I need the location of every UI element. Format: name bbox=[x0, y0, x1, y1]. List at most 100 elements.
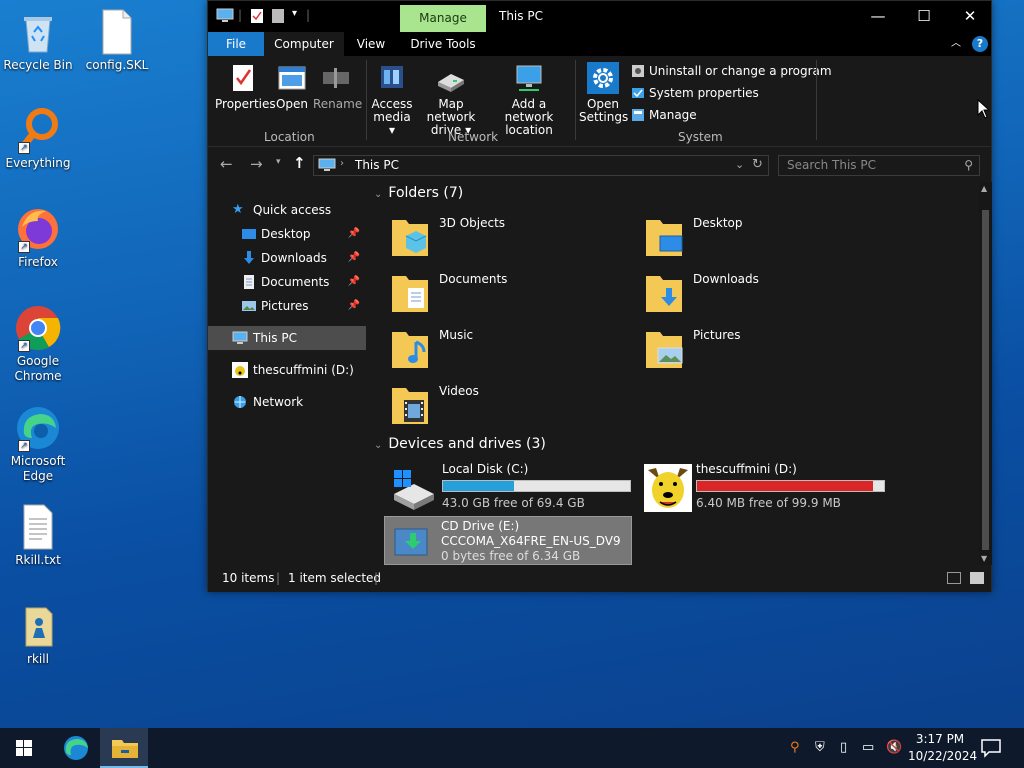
tab-view[interactable]: View bbox=[348, 32, 394, 56]
drive-free-space: 6.40 MB free of 99.9 MB bbox=[696, 496, 841, 510]
rename-button[interactable]: Rename bbox=[313, 62, 362, 111]
drive-c[interactable]: Local Disk (C:) 43.0 GB free of 69.4 GB bbox=[386, 462, 636, 514]
clock[interactable]: 3:17 PM 10/22/2024 bbox=[908, 731, 977, 765]
folder-3d-objects[interactable]: 3D Objects bbox=[366, 212, 596, 262]
properties-button[interactable]: Properties bbox=[215, 62, 276, 111]
everything-tray-icon[interactable]: ⚲ bbox=[790, 740, 800, 755]
desktop-icon-edge[interactable]: ↗ Microsoft Edge bbox=[0, 404, 76, 484]
add-network-location-button[interactable]: Add a network location bbox=[488, 62, 570, 137]
mouse-cursor-icon bbox=[977, 98, 991, 122]
desktop-icon-firefox[interactable]: ↗ Firefox bbox=[0, 205, 76, 270]
system-properties-button[interactable]: System properties bbox=[631, 84, 759, 102]
open-button[interactable]: Open bbox=[272, 62, 312, 111]
map-network-drive-button[interactable]: Map network drive ▾ bbox=[415, 62, 487, 137]
refresh-icon[interactable]: ↻ bbox=[752, 157, 763, 172]
scrollbar-thumb[interactable] bbox=[982, 210, 989, 550]
title-bar[interactable]: | ▾ | Manage This PC — ☐ ✕ bbox=[208, 1, 991, 32]
add-network-location-label-line2: location bbox=[505, 123, 553, 137]
manage-context-tab[interactable]: Manage bbox=[400, 5, 486, 32]
nav-this-pc-label: This PC bbox=[253, 331, 297, 345]
desktop-icon-rkill-txt[interactable]: Rkill.txt bbox=[0, 503, 76, 568]
scroll-down-icon[interactable]: ▼ bbox=[981, 554, 987, 563]
text-file-icon bbox=[14, 503, 62, 551]
scroll-up-icon[interactable]: ▲ bbox=[981, 184, 987, 193]
manage-button[interactable]: Manage bbox=[631, 106, 697, 124]
collapse-ribbon-chevron-icon[interactable]: ︿ bbox=[948, 32, 964, 56]
breadcrumb-this-pc[interactable]: This PC bbox=[355, 158, 399, 172]
nav-downloads[interactable]: Downloads 📌 bbox=[208, 246, 366, 270]
pin-icon[interactable]: 📌 bbox=[348, 270, 360, 294]
details-view-icon[interactable] bbox=[947, 572, 961, 584]
folder-music[interactable]: Music bbox=[366, 324, 596, 374]
edge-icon bbox=[64, 736, 88, 760]
drive-usage-bar bbox=[696, 480, 885, 492]
new-folder-qat-icon[interactable] bbox=[271, 8, 285, 24]
collapse-chevron-icon[interactable]: ⌄ bbox=[374, 189, 382, 200]
close-button[interactable]: ✕ bbox=[947, 1, 993, 32]
star-icon: ★ bbox=[232, 202, 244, 217]
nav-network[interactable]: Network bbox=[208, 390, 366, 414]
access-media-button[interactable]: Access media ▾ bbox=[370, 62, 414, 137]
open-label: Open bbox=[275, 97, 309, 111]
properties-qat-icon[interactable] bbox=[250, 8, 264, 24]
navigation-pane: ★ Quick access Desktop 📌 Downloads 📌 Doc… bbox=[208, 182, 366, 565]
uninstall-program-button[interactable]: Uninstall or change a program bbox=[631, 62, 832, 80]
nav-drive-d[interactable]: thescuffmini (D:) bbox=[208, 358, 366, 382]
customize-qat-chevron-icon[interactable]: ▾ bbox=[292, 8, 297, 24]
address-history-chevron-icon[interactable]: ⌄ bbox=[735, 158, 744, 171]
drive-usage-fill bbox=[697, 481, 873, 491]
search-icon: ⚲ bbox=[964, 158, 973, 172]
system-group-label: System bbox=[678, 130, 723, 144]
defender-shield-icon[interactable]: ⛨ bbox=[815, 740, 825, 755]
desktop-icon-everything[interactable]: ↗ Everything bbox=[0, 106, 76, 171]
desktop-icon-rkill[interactable]: rkill bbox=[0, 602, 76, 667]
maximize-button[interactable]: ☐ bbox=[901, 1, 947, 32]
back-arrow-icon[interactable]: ← bbox=[220, 155, 233, 173]
nav-quick-access[interactable]: ★ Quick access bbox=[208, 198, 366, 222]
drive-e-selected[interactable]: CD Drive (E:) CCCOMA_X64FRE_EN-US_DV9 0 … bbox=[384, 516, 632, 565]
tab-file[interactable]: File bbox=[208, 32, 264, 56]
notification-center-icon[interactable] bbox=[980, 738, 1002, 758]
tab-computer[interactable]: Computer bbox=[264, 32, 344, 56]
folder-downloads[interactable]: Downloads bbox=[620, 268, 850, 318]
nav-pictures[interactable]: Pictures 📌 bbox=[208, 294, 366, 318]
properties-label: Properties bbox=[215, 97, 276, 111]
start-button[interactable] bbox=[0, 728, 48, 768]
minimize-button[interactable]: — bbox=[855, 1, 901, 32]
folder-pictures[interactable]: Pictures bbox=[620, 324, 850, 374]
network-tray-icon[interactable]: ▭ bbox=[862, 740, 874, 755]
file-explorer-window[interactable]: | ▾ | Manage This PC — ☐ ✕ File Computer… bbox=[207, 0, 992, 592]
recycle-bin-icon bbox=[14, 8, 62, 56]
pin-icon[interactable]: 📌 bbox=[348, 294, 360, 318]
nav-documents[interactable]: Documents 📌 bbox=[208, 270, 366, 294]
folder-documents[interactable]: Documents bbox=[366, 268, 596, 318]
taskbar-file-explorer-button[interactable] bbox=[100, 728, 148, 768]
taskbar-edge-button[interactable] bbox=[52, 728, 100, 768]
usb-device-icon[interactable]: ▯ bbox=[840, 740, 847, 755]
open-settings-button[interactable]: Open Settings bbox=[579, 62, 628, 124]
desktop-icon-config-skl[interactable]: config.SKL bbox=[79, 8, 155, 73]
nav-this-pc[interactable]: This PC bbox=[208, 326, 366, 350]
vertical-scrollbar[interactable]: ▲ ▼ bbox=[979, 182, 992, 565]
drives-section-header[interactable]: ⌄ Devices and drives (3) bbox=[374, 436, 546, 452]
nav-desktop[interactable]: Desktop 📌 bbox=[208, 222, 366, 246]
drive-d[interactable]: thescuffmini (D:) 6.40 MB free of 99.9 M… bbox=[640, 462, 890, 514]
forward-arrow-icon[interactable]: → bbox=[250, 155, 263, 173]
folder-desktop[interactable]: Desktop bbox=[620, 212, 850, 262]
tab-drive-tools[interactable]: Drive Tools bbox=[406, 32, 480, 56]
search-input[interactable]: Search This PC ⚲ bbox=[778, 155, 980, 176]
up-arrow-icon[interactable]: ↑ bbox=[293, 154, 306, 172]
collapse-chevron-icon[interactable]: ⌄ bbox=[374, 440, 382, 451]
breadcrumb-chevron-icon[interactable]: › bbox=[340, 158, 344, 169]
desktop-icon-chrome[interactable]: ↗ Google Chrome bbox=[0, 304, 76, 384]
help-icon[interactable]: ? bbox=[972, 36, 988, 52]
large-icons-view-icon[interactable] bbox=[970, 572, 984, 584]
pin-icon[interactable]: 📌 bbox=[348, 246, 360, 270]
volume-muted-icon[interactable]: 🔇 bbox=[886, 740, 902, 755]
desktop-icon-recycle-bin[interactable]: Recycle Bin bbox=[0, 8, 76, 73]
folder-videos[interactable]: Videos bbox=[366, 380, 596, 430]
address-bar[interactable]: › This PC ⌄ ↻ bbox=[313, 155, 769, 176]
pin-icon[interactable]: 📌 bbox=[348, 222, 360, 246]
folders-section-header[interactable]: ⌄ Folders (7) bbox=[374, 185, 463, 201]
recent-locations-chevron-icon[interactable]: ▾ bbox=[276, 157, 281, 167]
